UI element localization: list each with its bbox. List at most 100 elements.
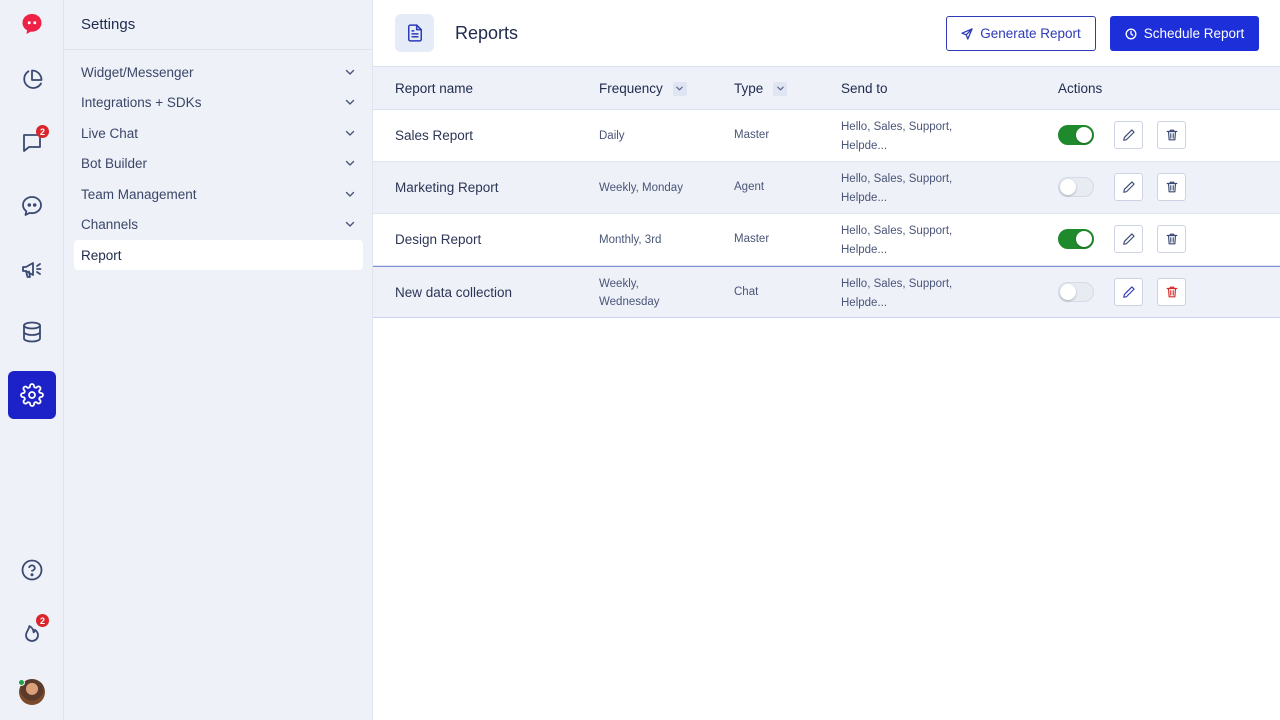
frequency-cell: Weekly, Monday <box>599 179 709 197</box>
table-row[interactable]: Design Report Monthly, 3rd Master Hello,… <box>373 214 1280 266</box>
settings-item-widget-messenger[interactable]: Widget/Messenger <box>74 57 363 87</box>
chevron-down-icon <box>345 99 355 105</box>
document-icon <box>407 24 422 42</box>
report-name-cell: Marketing Report <box>395 180 499 195</box>
column-header-type[interactable]: Type <box>734 81 788 96</box>
table-row[interactable]: Marketing Report Weekly, Monday Agent He… <box>373 162 1280 214</box>
settings-item-channels[interactable]: Channels <box>74 209 363 239</box>
chevron-down-icon <box>776 86 784 91</box>
chevron-down-icon <box>345 69 355 75</box>
chevron-down-icon <box>345 221 355 227</box>
conversations-nav-button[interactable]: 2 <box>8 119 56 167</box>
send-to-line: Helpde... <box>841 140 888 152</box>
pencil-icon <box>1122 181 1135 193</box>
send-to-line: Hello, Sales, Support, <box>841 121 953 133</box>
settings-title: Settings <box>81 16 136 33</box>
delete-button[interactable] <box>1157 278 1186 306</box>
generate-report-label: Generate Report <box>980 26 1081 41</box>
database-icon <box>23 321 41 343</box>
frequency-line: Wednesday <box>599 296 660 308</box>
enable-toggle[interactable] <box>1058 282 1094 302</box>
type-cell: Master <box>734 233 770 245</box>
chevron-down-icon <box>676 86 684 91</box>
send-to-line: Helpde... <box>841 192 888 204</box>
table-row[interactable]: New data collection Weekly, Wednesday Ch… <box>373 266 1280 318</box>
pie-chart-icon <box>23 69 43 89</box>
table-row[interactable]: Sales Report Daily Master Hello, Sales, … <box>373 110 1280 162</box>
frequency-sort-button[interactable] <box>672 81 687 96</box>
send-icon <box>961 27 973 40</box>
send-to-cell: Hello, Sales, Support, Helpde... <box>841 275 981 313</box>
campaigns-nav-button[interactable] <box>8 245 56 293</box>
settings-item-label: Bot Builder <box>81 155 148 171</box>
trash-icon <box>1166 129 1177 141</box>
type-cell: Chat <box>734 286 759 298</box>
type-sort-button[interactable] <box>773 81 788 96</box>
chat-count-badge: 2 <box>36 125 49 138</box>
column-header-label: Type <box>734 81 764 96</box>
chevron-down-icon <box>345 130 355 136</box>
trash-icon <box>1166 233 1177 245</box>
report-name-cell: Design Report <box>395 232 482 247</box>
schedule-report-label: Schedule Report <box>1143 26 1245 41</box>
schedule-report-button[interactable]: Schedule Report <box>1110 16 1259 51</box>
delete-button[interactable] <box>1157 225 1186 253</box>
settings-item-label: Channels <box>81 216 139 232</box>
edit-button[interactable] <box>1114 173 1143 201</box>
generate-report-button[interactable]: Generate Report <box>946 16 1096 51</box>
analytics-nav-button[interactable] <box>8 56 56 104</box>
report-name-cell: Sales Report <box>395 128 474 143</box>
database-nav-button[interactable] <box>8 308 56 356</box>
pencil-icon <box>1122 233 1135 245</box>
settings-item-label: Integrations + SDKs <box>81 94 202 110</box>
edit-button[interactable] <box>1114 278 1143 306</box>
table-header: Report name Frequency Type Send to Actio… <box>373 66 1280 110</box>
column-header-send-to: Send to <box>841 81 888 96</box>
notifications-count-badge: 2 <box>36 614 49 627</box>
settings-item-integrations-sdks[interactable]: Integrations + SDKs <box>74 87 363 117</box>
delete-button[interactable] <box>1157 121 1186 149</box>
settings-item-report[interactable]: Report <box>74 240 363 270</box>
type-cell: Master <box>734 129 770 141</box>
send-to-cell: Hello, Sales, Support, Helpde... <box>841 222 981 260</box>
settings-item-team-management[interactable]: Team Management <box>74 179 363 209</box>
frequency-line: Weekly, Monday <box>599 182 683 194</box>
send-to-line: Helpde... <box>841 244 888 256</box>
trash-icon <box>1166 286 1177 298</box>
app-logo-icon[interactable] <box>20 12 44 36</box>
settings-item-label: Live Chat <box>81 125 139 141</box>
type-cell: Agent <box>734 181 765 193</box>
frequency-line: Monthly, 3rd <box>599 234 662 246</box>
icon-rail: 2 2 <box>0 0 64 720</box>
column-header-label: Frequency <box>599 81 663 96</box>
enable-toggle[interactable] <box>1058 125 1094 145</box>
trash-icon <box>1166 181 1177 193</box>
reports-main: Reports Generate Report Schedule Report … <box>373 0 1280 720</box>
frequency-line: Weekly, <box>599 278 639 290</box>
column-header-frequency[interactable]: Frequency <box>599 81 687 96</box>
settings-divider <box>64 49 372 50</box>
frequency-line: Daily <box>599 130 625 142</box>
notifications-nav-button[interactable]: 2 <box>8 608 56 656</box>
send-to-cell: Hello, Sales, Support, Helpde... <box>841 118 981 156</box>
enable-toggle[interactable] <box>1058 177 1094 197</box>
delete-button[interactable] <box>1157 173 1186 201</box>
bot-nav-button[interactable] <box>8 182 56 230</box>
edit-button[interactable] <box>1114 225 1143 253</box>
settings-item-live-chat[interactable]: Live Chat <box>74 118 363 148</box>
frequency-cell: Daily <box>599 127 709 145</box>
bot-message-icon <box>22 196 42 216</box>
settings-panel: Settings Widget/Messenger Integrations +… <box>64 0 373 720</box>
column-header-label: Send to <box>841 81 888 96</box>
frequency-cell: Weekly, Wednesday <box>599 275 709 311</box>
help-nav-button[interactable] <box>8 546 56 594</box>
settings-item-bot-builder[interactable]: Bot Builder <box>74 148 363 178</box>
page-icon <box>395 14 434 52</box>
send-to-line: Helpde... <box>841 297 888 309</box>
send-to-line: Hello, Sales, Support, <box>841 278 953 290</box>
settings-nav-button[interactable] <box>8 371 56 419</box>
clock-icon <box>1125 28 1137 39</box>
edit-button[interactable] <box>1114 121 1143 149</box>
enable-toggle[interactable] <box>1058 229 1094 249</box>
chevron-down-icon <box>345 160 355 166</box>
